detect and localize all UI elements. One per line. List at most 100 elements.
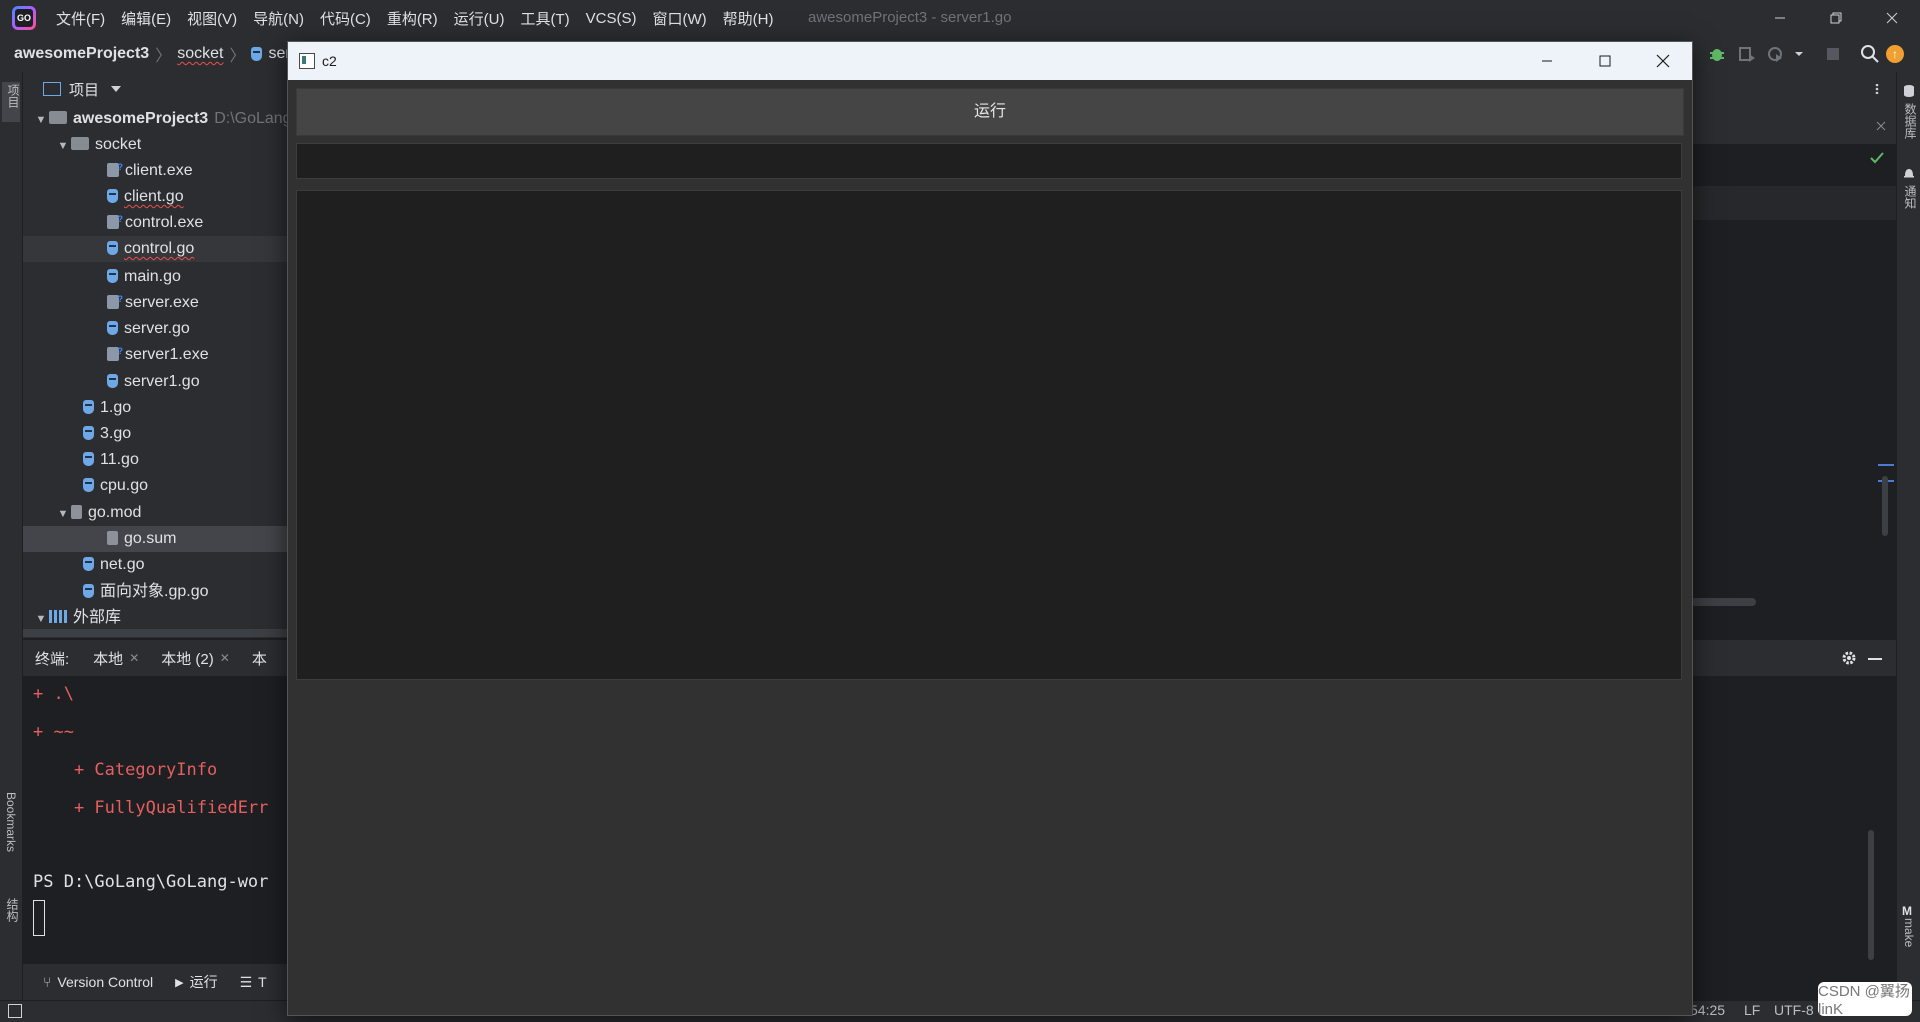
breadcrumb-socket[interactable]: socket <box>177 45 223 63</box>
layout-toggle-icon[interactable] <box>8 1004 22 1018</box>
tree-item-label: server1.go <box>124 373 200 390</box>
close-tab-icon[interactable] <box>1876 121 1886 131</box>
todo-tool[interactable]: T <box>258 974 267 990</box>
vertical-scrollbar[interactable] <box>1882 476 1888 536</box>
output-text-area[interactable] <box>296 190 1682 680</box>
minimize-icon <box>1775 17 1785 19</box>
file-encoding[interactable]: UTF-8 <box>1774 1002 1814 1018</box>
menu-file[interactable]: 文件(F) <box>48 8 113 29</box>
run-button[interactable]: 运行 <box>296 88 1684 136</box>
more-vertical-icon[interactable] <box>1872 84 1882 94</box>
tree-item-go-mod[interactable]: ▼ go.mod <box>23 500 287 526</box>
tree-item-server-exe[interactable]: server.exe <box>23 286 287 316</box>
menu-code[interactable]: 代码(C) <box>312 8 379 29</box>
notifications-tool[interactable]: 通知 <box>1902 166 1920 209</box>
menu-window[interactable]: 窗口(W) <box>644 8 714 29</box>
go-file-icon <box>83 452 94 466</box>
bookmarks-label: Bookmarks <box>4 792 18 853</box>
close-tab-icon[interactable]: ✕ <box>220 651 230 665</box>
make-tool[interactable]: M make <box>1902 904 1916 947</box>
breadcrumb-project[interactable]: awesomeProject3 <box>14 45 149 63</box>
tree-item-1-go[interactable]: 1.go <box>23 395 287 421</box>
debug-bug-icon[interactable] <box>1708 45 1726 63</box>
coverage-icon[interactable] <box>1738 45 1756 63</box>
branch-icon: ⑂ <box>43 974 52 990</box>
line-separator[interactable]: LF <box>1744 1002 1760 1018</box>
minimize-panel-icon[interactable] <box>1868 657 1882 661</box>
horizontal-scrollbar[interactable] <box>1690 598 1756 606</box>
tree-item-server1-exe[interactable]: server1.exe <box>23 338 287 368</box>
csdn-watermark: CSDN @翼扬linK <box>1818 982 1912 1018</box>
go-file-icon <box>107 241 118 255</box>
tree-item-server-go[interactable]: server.go <box>23 316 287 342</box>
gear-icon[interactable] <box>1841 650 1857 666</box>
menu-tools[interactable]: 工具(T) <box>512 8 577 29</box>
ide-close-button[interactable] <box>1864 0 1920 36</box>
tree-item-main-go[interactable]: main.go <box>23 264 287 290</box>
tree-item-go-sum[interactable]: go.sum <box>23 526 287 552</box>
terminal-scrollbar[interactable] <box>1868 830 1874 960</box>
tree-item-label: socket <box>95 136 142 153</box>
menu-view[interactable]: 视图(V) <box>179 8 245 29</box>
menu-run[interactable]: 运行(U) <box>446 8 513 29</box>
tree-item-client-go[interactable]: client.go <box>23 184 287 210</box>
database-tool[interactable]: 数据库 <box>1902 84 1920 139</box>
profile-icon[interactable] <box>1766 45 1784 63</box>
c2-close-button[interactable] <box>1634 42 1692 80</box>
project-tool-button[interactable]: 项目 <box>2 82 20 122</box>
tree-item-client-exe[interactable]: client.exe <box>23 154 287 184</box>
tree-item-label: control.go <box>124 240 195 257</box>
tree-item-server1-go[interactable]: server1.go <box>23 369 287 395</box>
terminal-tab-local-2[interactable]: 本地 (2) <box>161 648 214 669</box>
tree-root[interactable]: ▼ awesomeProject3 D:\GoLang <box>23 106 292 132</box>
editor-area[interactable] <box>1690 72 1896 638</box>
menu-navigate[interactable]: 导航(N) <box>245 8 312 29</box>
terminal-tab-more[interactable]: 本 <box>252 648 267 669</box>
close-tab-icon[interactable]: ✕ <box>129 651 139 665</box>
minimize-icon <box>1542 60 1552 62</box>
current-line-highlight <box>1690 186 1896 220</box>
close-icon <box>1886 12 1898 24</box>
tree-item-net-go[interactable]: net.go <box>23 552 287 578</box>
tree-item-socket[interactable]: ▼ socket <box>23 132 287 158</box>
text-file-icon <box>107 531 118 545</box>
chevron-down-icon[interactable] <box>111 85 122 93</box>
c2-maximize-button[interactable] <box>1576 42 1634 80</box>
tree-item-control-go[interactable]: control.go <box>23 236 287 262</box>
version-control-tool[interactable]: Version Control <box>57 974 153 990</box>
menu-edit[interactable]: 编辑(E) <box>113 8 179 29</box>
ide-restore-button[interactable] <box>1808 0 1864 36</box>
project-panel-header: 项目 <box>23 72 287 106</box>
c2-minimize-button[interactable] <box>1518 42 1576 80</box>
tree-item-3-go[interactable]: 3.go <box>23 421 287 447</box>
terminal-label: 终端: <box>35 650 70 668</box>
exe-file-icon <box>107 286 123 312</box>
project-panel-title[interactable]: 项目 <box>69 79 99 100</box>
library-icon <box>49 610 67 623</box>
tree-item-11-go[interactable]: 11.go <box>23 447 287 473</box>
update-arrow-icon[interactable]: ↑ <box>1886 45 1904 63</box>
terminal-line: + FullyQualifiedErr <box>33 798 269 818</box>
c2-title-bar[interactable]: c2 <box>288 42 1692 80</box>
tree-item-label: control.exe <box>125 214 204 231</box>
search-icon[interactable] <box>1860 44 1880 64</box>
ide-minimize-button[interactable] <box>1752 0 1808 36</box>
bookmarks-tool[interactable]: Bookmarks <box>4 792 18 852</box>
stop-icon[interactable] <box>1826 47 1840 61</box>
tree-item-oop-go[interactable]: 面向对象.gp.go <box>23 579 287 605</box>
menu-help[interactable]: 帮助(H) <box>715 8 782 29</box>
c2-window-title: c2 <box>322 53 337 69</box>
tree-item-control-exe[interactable]: control.exe <box>23 206 287 236</box>
menu-refactor[interactable]: 重构(R) <box>379 8 446 29</box>
run-tool[interactable]: 运行 <box>190 972 218 992</box>
terminal-tab-local[interactable]: 本地 <box>93 648 123 669</box>
tree-item-external-libs[interactable]: ▼ 外部库 <box>23 605 287 631</box>
menu-vcs[interactable]: VCS(S) <box>578 10 645 27</box>
cursor-position[interactable]: 54:25 <box>1690 1002 1725 1018</box>
chevron-down-icon[interactable] <box>1794 49 1804 59</box>
tree-item-cpu-go[interactable]: cpu.go <box>23 473 287 499</box>
project-scrollbar[interactable] <box>23 629 287 637</box>
terminal-cursor[interactable] <box>33 900 45 936</box>
terminal-output[interactable]: + .\ + ~~ + CategoryInfo + FullyQualifie… <box>23 676 287 964</box>
command-input[interactable] <box>296 143 1682 179</box>
